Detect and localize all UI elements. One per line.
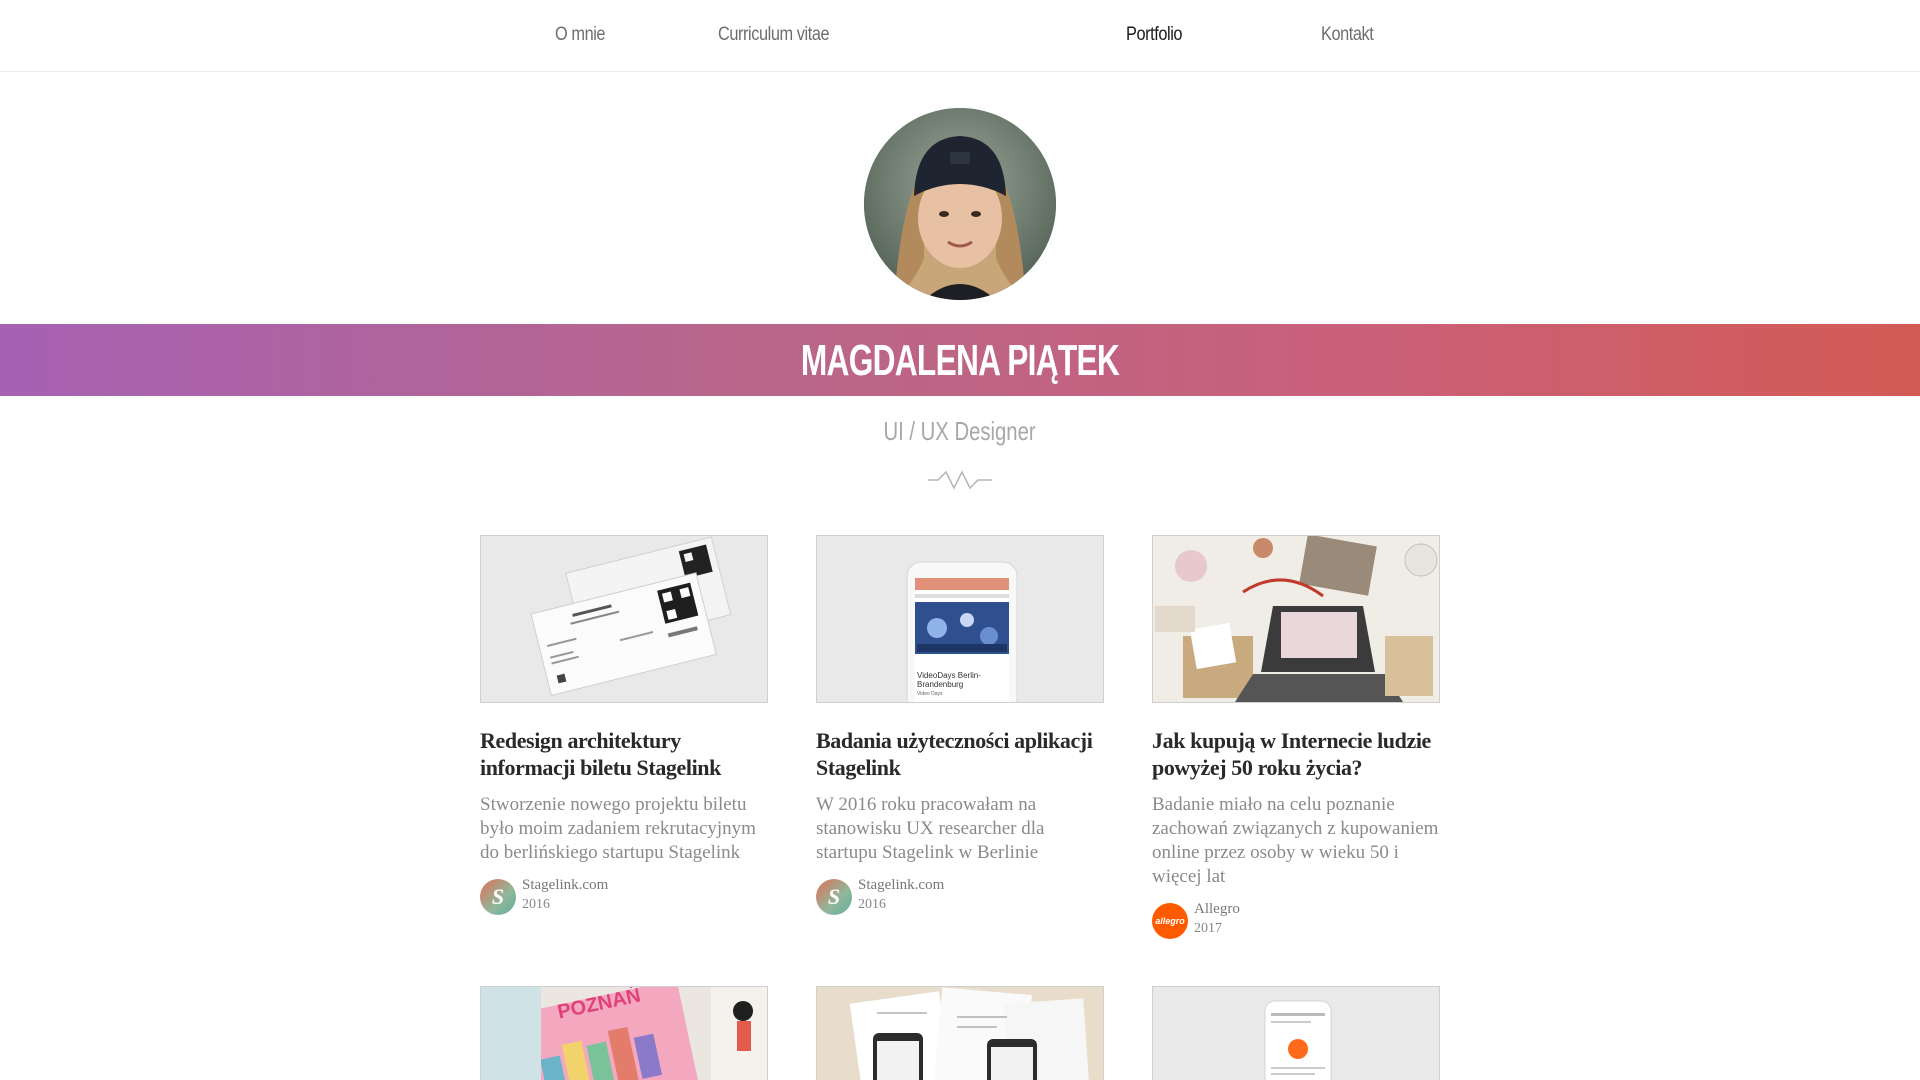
client-name[interactable]: Stagelink.com [858, 877, 944, 894]
nav-item-kontakt[interactable]: Kontakt [1321, 24, 1374, 46]
project-thumbnail-poznan[interactable]: POZNAŃ [480, 986, 768, 1080]
allegro-logo-icon: allegro [1152, 903, 1188, 939]
project-card: Jak kupują w Internecie ludzie powyżej 5… [1152, 535, 1440, 941]
role-subtitle: UI / UX Designer [883, 416, 1037, 446]
project-title[interactable]: Badania użyteczności aplikacji Stagelink [816, 727, 1104, 781]
project-thumbnail-mobile[interactable] [1152, 986, 1440, 1080]
nav-item-curriculum-vitae[interactable]: Curriculum vitae [718, 24, 830, 46]
stagelink-logo-icon: S [480, 879, 516, 915]
page-title: MAGDALENA PIĄTEK [800, 336, 1120, 385]
project-card [1152, 986, 1440, 1080]
project-title[interactable]: Jak kupują w Internecie ludzie powyżej 5… [1152, 727, 1440, 781]
client-name[interactable]: Stagelink.com [522, 877, 608, 894]
project-card: VideoDays Berlin-Brandenburg Video Days … [816, 535, 1104, 917]
project-description: Stworzenie nowego projektu biletu było m… [480, 794, 756, 863]
project-client: allegro Allegro 2017 [1152, 901, 1440, 941]
project-card: Redesign architektury informacji biletu … [480, 535, 768, 917]
nav-item-o-mnie[interactable]: O mnie [555, 24, 606, 46]
phone-event-org: Video Days [917, 691, 943, 697]
project-client: S Stagelink.com 2016 [816, 877, 1104, 917]
top-navigation: O mnie Curriculum vitae Portfolio Kontak… [0, 0, 1920, 72]
stagelink-logo-icon: S [816, 879, 852, 915]
project-title[interactable]: Redesign architektury informacji biletu … [480, 727, 768, 781]
project-card: POZNAŃ [480, 986, 768, 1080]
zigzag-divider-icon [928, 470, 992, 490]
project-thumbnail-app[interactable]: VideoDays Berlin-Brandenburg Video Days [816, 535, 1104, 703]
project-client: S Stagelink.com 2016 [480, 877, 768, 917]
client-name[interactable]: Allegro [1194, 901, 1240, 918]
project-description: W 2016 roku pracowałam na stanowisku UX … [816, 794, 1045, 863]
nav-item-portfolio[interactable]: Portfolio [1126, 24, 1183, 46]
project-card [816, 986, 1104, 1080]
name-banner: MAGDALENA PIĄTEK [0, 324, 1920, 396]
profile-avatar [864, 108, 1056, 300]
project-year: 2017 [1194, 921, 1222, 936]
project-thumbnail-ticket[interactable] [480, 535, 768, 703]
project-year: 2016 [522, 897, 550, 912]
phone-event-title: VideoDays Berlin-Brandenburg [917, 671, 981, 689]
project-year: 2016 [858, 897, 886, 912]
project-thumbnail-sketches[interactable] [816, 986, 1104, 1080]
project-description: Badanie miało na celu poznanie zachowań … [1152, 794, 1439, 887]
project-thumbnail-shopping[interactable] [1152, 535, 1440, 703]
